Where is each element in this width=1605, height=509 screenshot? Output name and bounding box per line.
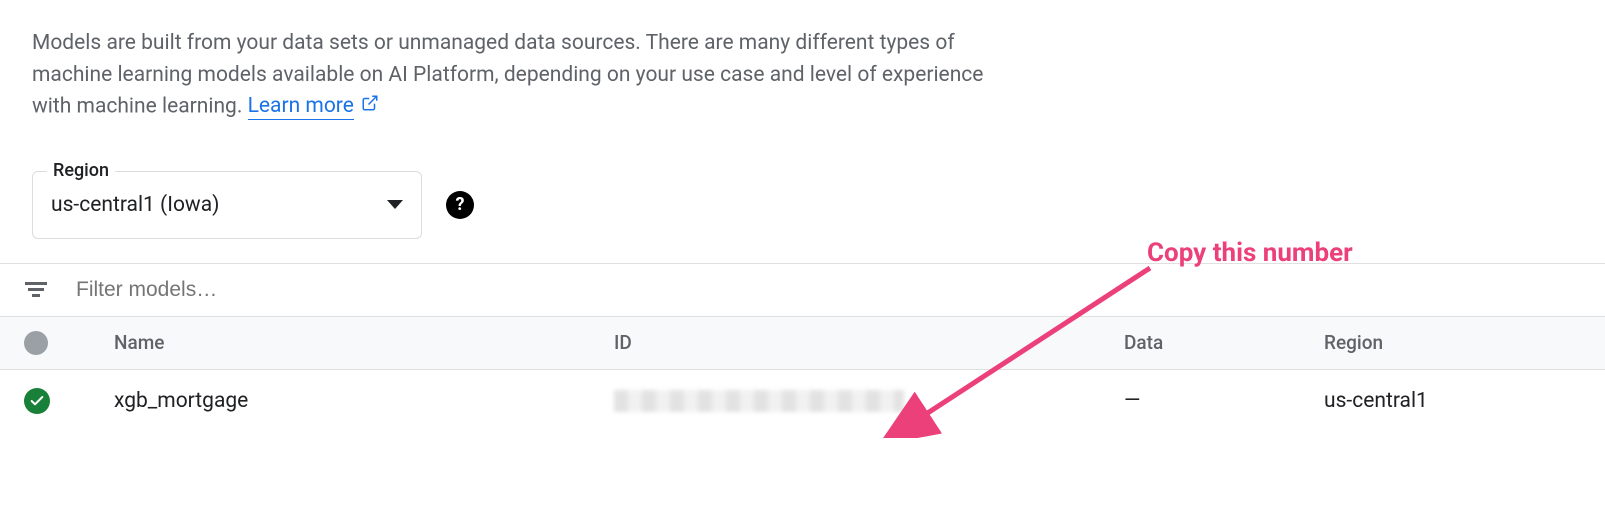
column-header-id[interactable]: ID	[614, 331, 1124, 354]
filter-icon[interactable]	[24, 282, 48, 297]
model-name-cell[interactable]: xgb_mortgage	[84, 389, 614, 413]
filter-input[interactable]	[76, 278, 1581, 302]
column-header-name[interactable]: Name	[84, 331, 614, 354]
chevron-down-icon	[387, 200, 403, 209]
region-label: Region	[47, 160, 115, 181]
column-header-region[interactable]: Region	[1324, 331, 1581, 354]
region-select[interactable]: Region us-central1 (Iowa)	[32, 171, 422, 239]
redacted-id	[614, 390, 904, 412]
help-icon[interactable]: ?	[446, 191, 474, 219]
status-ready-icon	[24, 388, 50, 414]
status-header-icon	[24, 331, 48, 355]
table-row[interactable]: xgb_mortgage — us-central1	[0, 370, 1605, 432]
region-value: us-central1 (Iowa)	[51, 193, 387, 217]
table-header: Name ID Data Region	[0, 317, 1605, 370]
model-data-cell: —	[1124, 389, 1324, 413]
intro-body: Models are built from your data sets or …	[32, 31, 983, 118]
external-link-icon	[361, 91, 379, 123]
model-region-cell: us-central1	[1324, 389, 1581, 413]
model-id-cell[interactable]	[614, 390, 1124, 412]
column-header-data[interactable]: Data	[1124, 331, 1324, 354]
learn-more-link[interactable]: Learn more	[248, 94, 354, 120]
intro-text: Models are built from your data sets or …	[32, 28, 992, 123]
